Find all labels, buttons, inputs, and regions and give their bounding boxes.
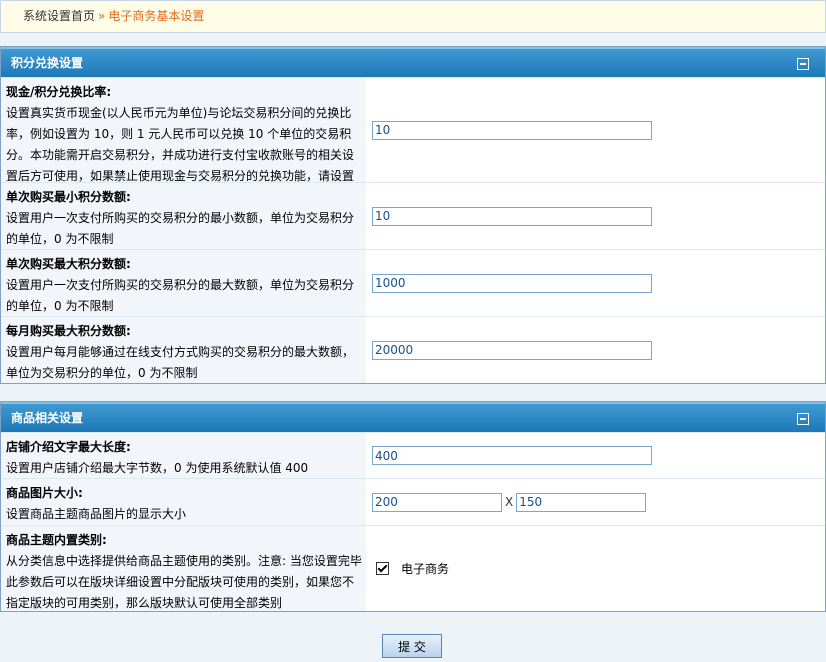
setting-title: 单次购买最大积分数额:: [6, 257, 131, 271]
exchange-ratio-input[interactable]: [372, 120, 652, 140]
setting-label-cell: 每月购买最大积分数额: 设置用户每月能够通过在线支付方式购买的交易积分的最大数额…: [1, 317, 366, 383]
setting-description: 设置用户店铺介绍最大字节数，0 为使用系统默认值 400: [6, 461, 309, 475]
setting-title: 现金/积分兑换比率:: [6, 85, 112, 99]
setting-value-cell: [366, 250, 825, 316]
setting-row: 现金/积分兑换比率: 设置真实货币现金(以人民币元为单位)与论坛交易积分间的兑换…: [1, 77, 825, 204]
setting-row: 商品图片大小: 设置商品主题商品图片的显示大小 X: [1, 478, 825, 525]
panel-header: 商品相关设置: [1, 402, 825, 432]
setting-value-cell: [366, 433, 825, 478]
max-purchase-input[interactable]: [372, 273, 652, 293]
ecommerce-category-checkbox[interactable]: [376, 562, 389, 575]
setting-label-cell: 商品图片大小: 设置商品主题商品图片的显示大小: [1, 479, 366, 525]
min-purchase-input[interactable]: [372, 206, 652, 226]
monthly-max-input[interactable]: [372, 340, 652, 360]
breadcrumb-current: 电子商务基本设置: [108, 9, 205, 23]
panel-title: 商品相关设置: [11, 411, 84, 425]
setting-description: 设置用户一次支付所购买的交易积分的最大数额，单位为交易积分的单位，0 为不限制: [6, 278, 355, 313]
setting-value-cell: X: [366, 479, 825, 525]
setting-description: 设置商品主题商品图片的显示大小: [6, 507, 187, 521]
setting-label-cell: 现金/积分兑换比率: 设置真实货币现金(以人民币元为单位)与论坛交易积分间的兑换…: [1, 78, 366, 204]
setting-value-cell: 电子商务: [366, 526, 825, 611]
setting-row: 每月购买最大积分数额: 设置用户每月能够通过在线支付方式购买的交易积分的最大数额…: [1, 316, 825, 383]
setting-value-cell: [366, 78, 825, 182]
setting-description: 从分类信息中选择提供给商品主题使用的类别。注意: 当您设置完毕此参数后可以在版块…: [6, 554, 362, 610]
submit-button[interactable]: 提 交: [382, 634, 442, 658]
setting-value-cell: [366, 317, 825, 383]
shop-intro-length-input[interactable]: [372, 446, 652, 465]
setting-description: 设置用户每月能够通过在线支付方式购买的交易积分的最大数额，单位为交易积分的单位，…: [6, 345, 355, 380]
setting-title: 商品图片大小:: [6, 486, 83, 500]
setting-description: 设置用户一次支付所购买的交易积分的最小数额，单位为交易积分的单位，0 为不限制: [6, 211, 355, 246]
collapse-icon[interactable]: [797, 58, 809, 70]
setting-title: 每月购买最大积分数额:: [6, 324, 131, 338]
setting-label-cell: 单次购买最小积分数额: 设置用户一次支付所购买的交易积分的最小数额，单位为交易积…: [1, 183, 366, 249]
panel-title: 积分兑换设置: [11, 56, 84, 70]
ecommerce-category-label[interactable]: 电子商务: [401, 560, 449, 577]
setting-title: 店铺介绍文字最大长度:: [6, 440, 131, 454]
setting-title: 单次购买最小积分数额:: [6, 190, 131, 204]
setting-row: 商品主题内置类别: 从分类信息中选择提供给商品主题使用的类别。注意: 当您设置完…: [1, 525, 825, 611]
setting-row: 单次购买最小积分数额: 设置用户一次支付所购买的交易积分的最小数额，单位为交易积…: [1, 182, 825, 249]
points-exchange-panel: 积分兑换设置 现金/积分兑换比率: 设置真实货币现金(以人民币元为单位)与论坛交…: [0, 46, 826, 384]
setting-label-cell: 店铺介绍文字最大长度: 设置用户店铺介绍最大字节数，0 为使用系统默认值 400: [1, 433, 366, 478]
breadcrumb-home-link[interactable]: 系统设置首页: [23, 9, 95, 23]
breadcrumb: 系统设置首页» 电子商务基本设置: [0, 0, 826, 33]
setting-label-cell: 单次购买最大积分数额: 设置用户一次支付所购买的交易积分的最大数额，单位为交易积…: [1, 250, 366, 316]
panel-header: 积分兑换设置: [1, 47, 825, 77]
dimension-separator: X: [505, 495, 514, 509]
setting-row: 单次购买最大积分数额: 设置用户一次支付所购买的交易积分的最大数额，单位为交易积…: [1, 249, 825, 316]
setting-row: 店铺介绍文字最大长度: 设置用户店铺介绍最大字节数，0 为使用系统默认值 400: [1, 432, 825, 478]
goods-settings-panel: 商品相关设置 店铺介绍文字最大长度: 设置用户店铺介绍最大字节数，0 为使用系统…: [0, 401, 826, 612]
breadcrumb-separator: »: [98, 9, 106, 23]
setting-label-cell: 商品主题内置类别: 从分类信息中选择提供给商品主题使用的类别。注意: 当您设置完…: [1, 526, 366, 611]
setting-title: 商品主题内置类别:: [6, 533, 107, 547]
image-height-input[interactable]: [516, 492, 647, 512]
image-width-input[interactable]: [372, 492, 502, 512]
setting-value-cell: [366, 183, 825, 249]
collapse-icon[interactable]: [797, 413, 809, 425]
